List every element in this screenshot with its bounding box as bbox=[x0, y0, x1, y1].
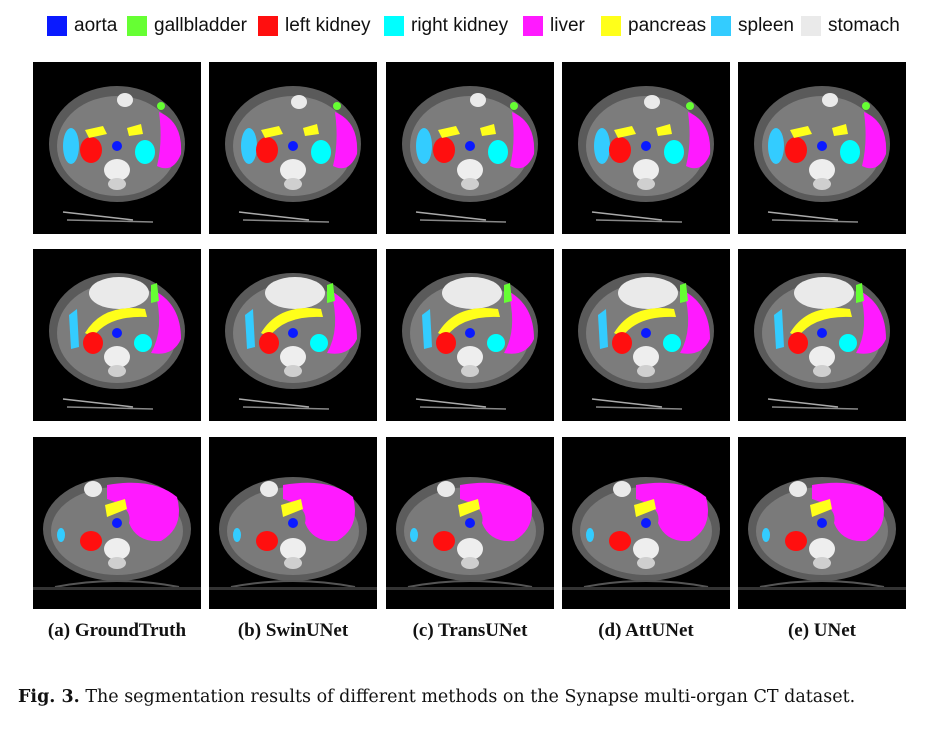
caption-text: The segmentation results of different me… bbox=[85, 687, 856, 707]
ct-slice-groundtruth-row-2 bbox=[33, 249, 201, 421]
ct-slice-attunet-row-1 bbox=[562, 62, 730, 234]
legend-item-stomach: stomach bbox=[801, 10, 900, 42]
ct-slice-unet-row-3 bbox=[738, 437, 906, 609]
ct-slice-attunet-row-3 bbox=[562, 437, 730, 609]
figure-label: Fig. 3. bbox=[18, 687, 80, 707]
legend-item-spleen: spleen bbox=[711, 10, 794, 42]
column-label-groundtruth: (a) GroundTruth bbox=[47, 620, 187, 641]
legend-label: liver bbox=[550, 15, 585, 36]
legend-swatch-liver bbox=[523, 16, 543, 36]
organ-legend: aorta gallbladder left kidney right kidn… bbox=[0, 10, 944, 42]
ct-slice-transunet-row-2 bbox=[386, 249, 554, 421]
legend-swatch-gallbladder bbox=[127, 16, 147, 36]
figure-caption: Fig. 3. The segmentation results of diff… bbox=[18, 684, 934, 710]
legend-swatch-aorta bbox=[47, 16, 67, 36]
ct-slice-swinunet-row-2 bbox=[209, 249, 377, 421]
ct-slice-transunet-row-1 bbox=[386, 62, 554, 234]
ct-slice-unet-row-2 bbox=[738, 249, 906, 421]
legend-item-left-kidney: left kidney bbox=[258, 10, 371, 42]
ct-slice-unet-row-1 bbox=[738, 62, 906, 234]
legend-swatch-pancreas bbox=[601, 16, 621, 36]
ct-slice-swinunet-row-1 bbox=[209, 62, 377, 234]
legend-label: spleen bbox=[738, 15, 794, 36]
legend-label: right kidney bbox=[411, 15, 509, 36]
legend-label: left kidney bbox=[285, 15, 371, 36]
column-label-unet: (e) UNet bbox=[787, 620, 857, 641]
legend-swatch-stomach bbox=[801, 16, 821, 36]
legend-item-liver: liver bbox=[523, 10, 585, 42]
legend-swatch-spleen bbox=[711, 16, 731, 36]
column-label-transunet: (c) TransUNet bbox=[412, 620, 528, 641]
legend-label: stomach bbox=[828, 15, 900, 36]
legend-label: gallbladder bbox=[154, 15, 247, 36]
ct-slice-groundtruth-row-1 bbox=[33, 62, 201, 234]
ct-slice-groundtruth-row-3 bbox=[33, 437, 201, 609]
legend-label: aorta bbox=[74, 15, 118, 36]
legend-item-right-kidney: right kidney bbox=[384, 10, 508, 42]
legend-label: pancreas bbox=[628, 15, 707, 36]
ct-slice-swinunet-row-3 bbox=[209, 437, 377, 609]
legend-item-pancreas: pancreas bbox=[601, 10, 706, 42]
ct-slice-transunet-row-3 bbox=[386, 437, 554, 609]
legend-item-gallbladder: gallbladder bbox=[127, 10, 247, 42]
column-label-attunet: (d) AttUNet bbox=[598, 620, 694, 641]
legend-swatch-right-kidney bbox=[384, 16, 404, 36]
legend-swatch-left-kidney bbox=[258, 16, 278, 36]
column-label-swinunet: (b) SwinUNet bbox=[237, 620, 349, 641]
legend-item-aorta: aorta bbox=[47, 10, 117, 42]
ct-slice-attunet-row-2 bbox=[562, 249, 730, 421]
